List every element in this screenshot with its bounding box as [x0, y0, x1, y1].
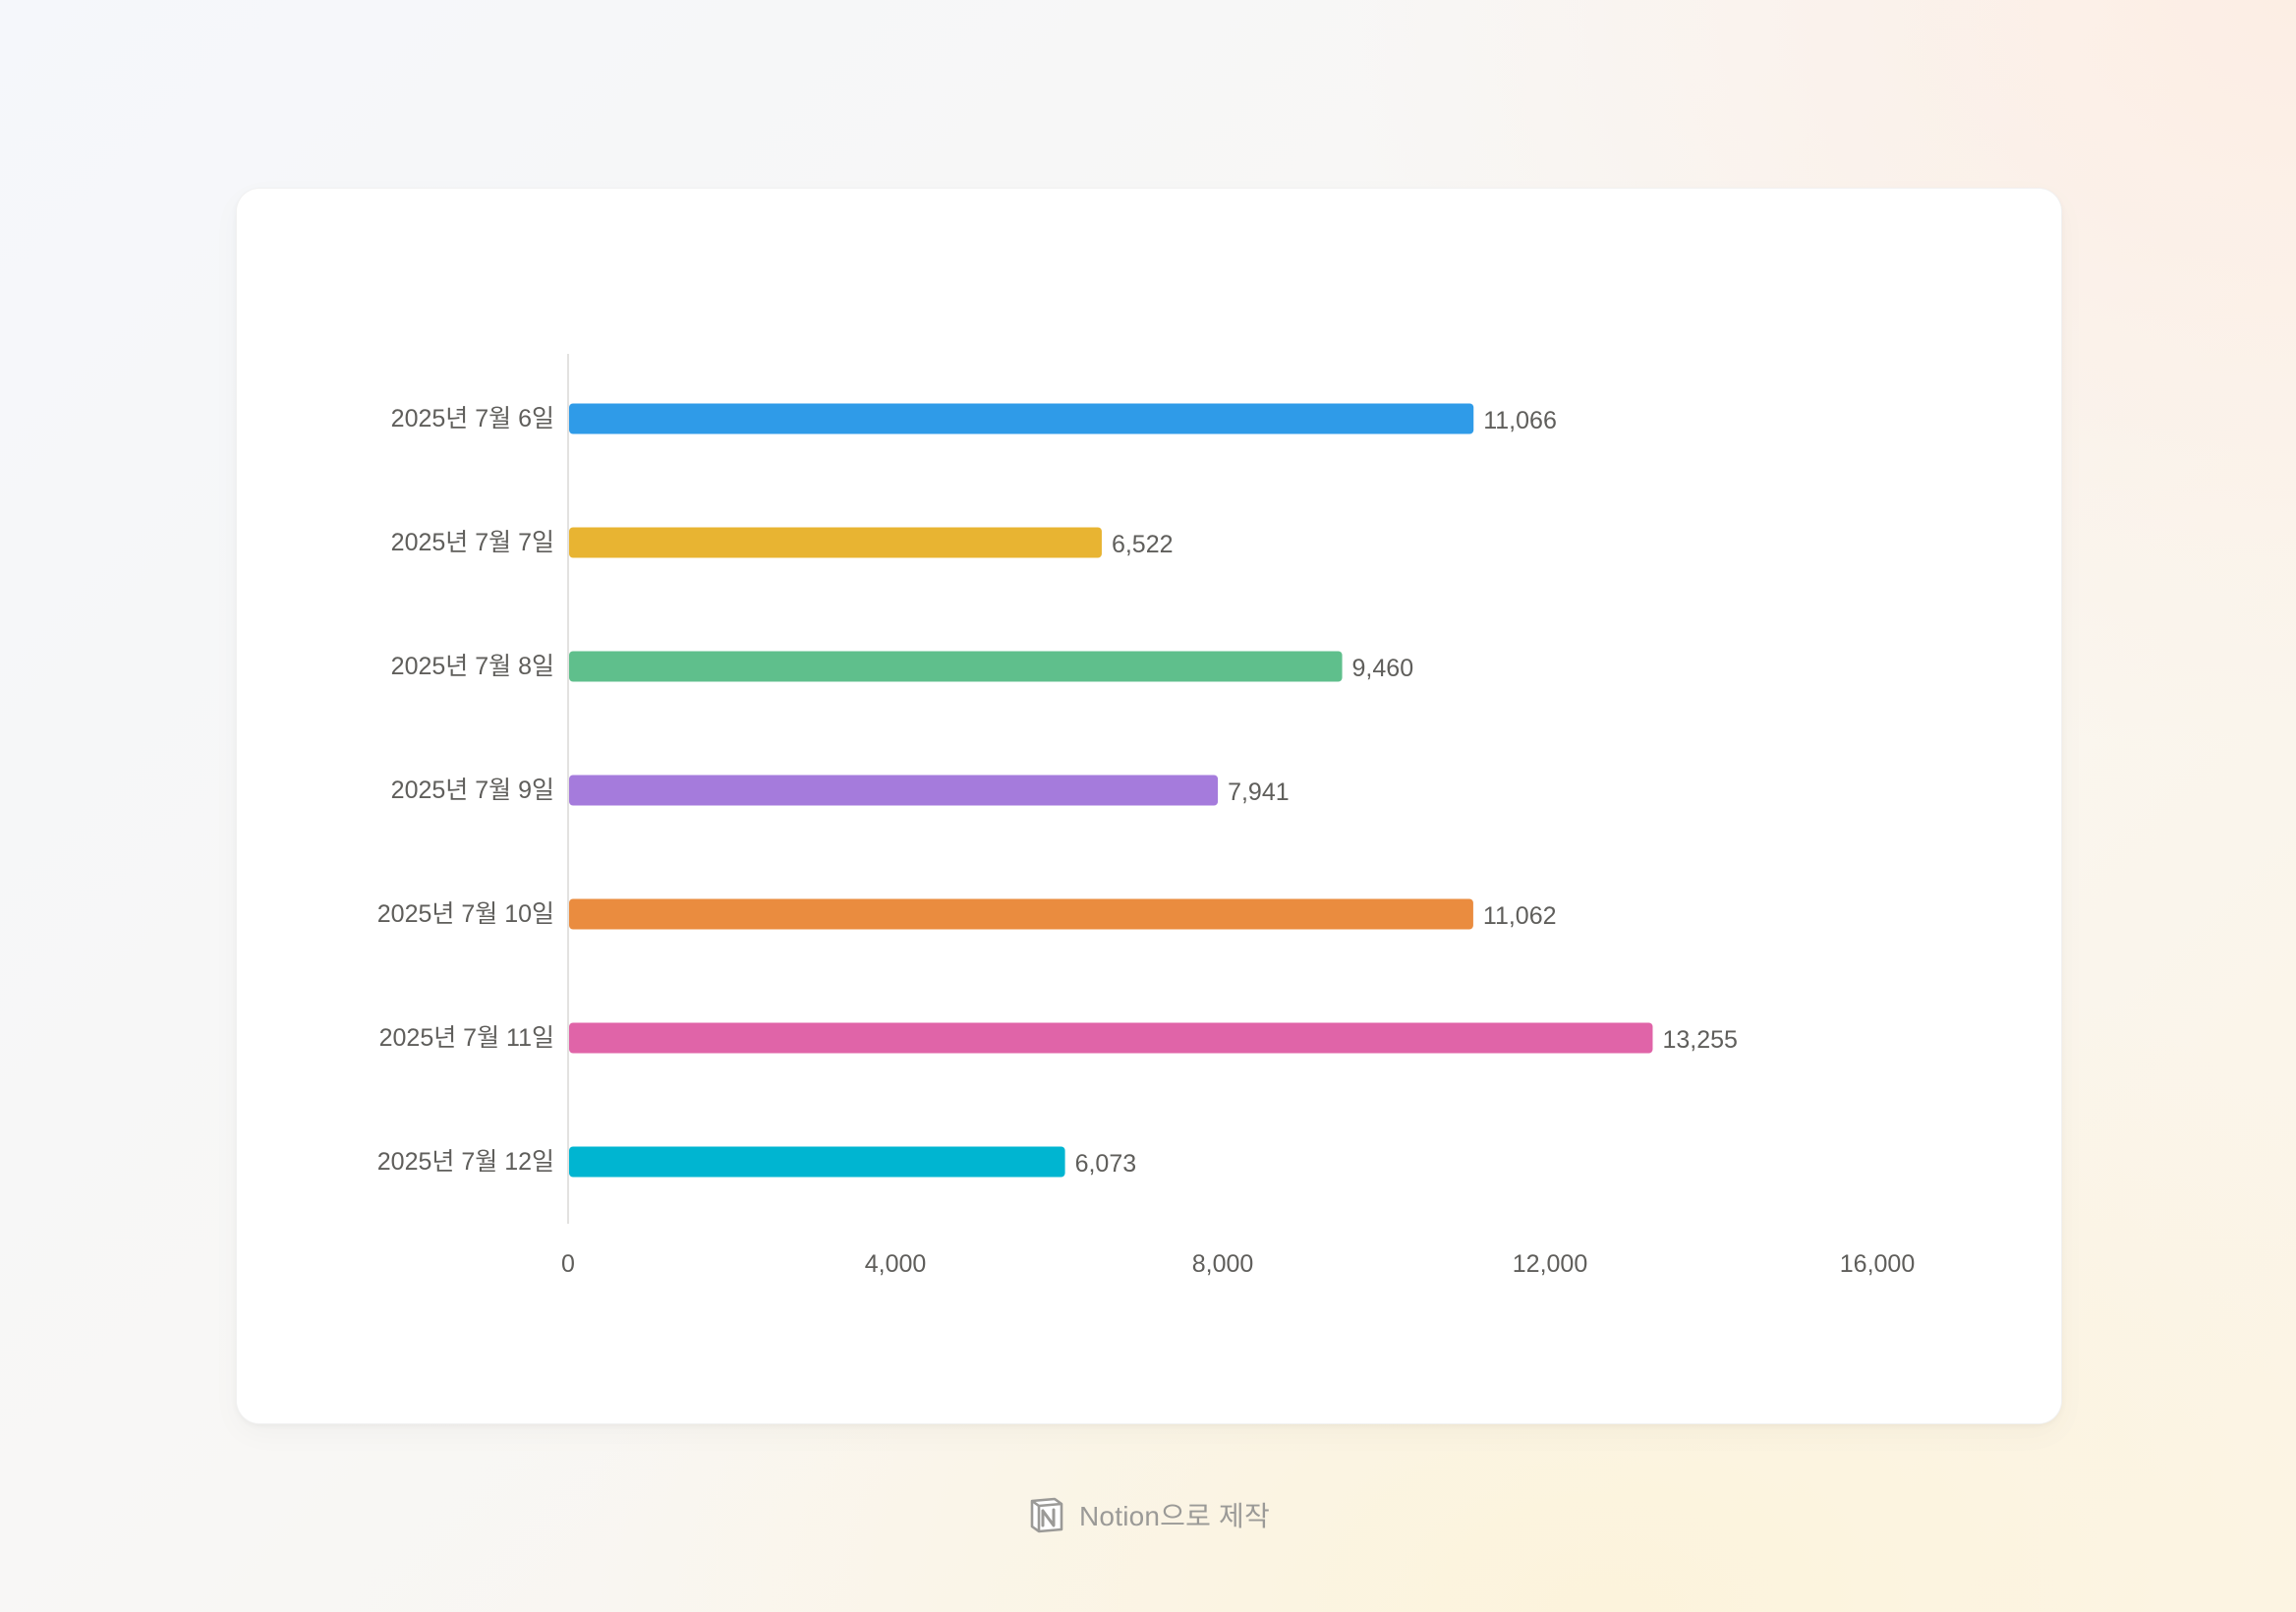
- bar: [569, 527, 1102, 558]
- value-label: 7,941: [1228, 778, 1290, 806]
- category-label: 2025년 7월 10일: [377, 900, 554, 928]
- category-label: 2025년 7월 8일: [391, 653, 554, 680]
- category-label: 2025년 7월 6일: [391, 405, 554, 432]
- value-label: 6,522: [1112, 531, 1174, 558]
- value-label: 6,073: [1075, 1150, 1137, 1178]
- x-tick-label: 16,000: [1840, 1250, 1915, 1278]
- value-label: 11,062: [1483, 902, 1557, 930]
- bar: [569, 403, 1474, 434]
- category-label: 2025년 7월 9일: [391, 777, 554, 804]
- chart-card: 2025년 7월 6일 11,066 2025년 7월 7일 6,522 2025년 7…: [236, 188, 2062, 1424]
- value-label: 9,460: [1352, 655, 1414, 682]
- footer-text[interactable]: Notion으로 제작: [1079, 1495, 1270, 1534]
- bar: [569, 651, 1343, 682]
- value-label: 11,066: [1483, 407, 1557, 434]
- bar-chart: 2025년 7월 6일 11,066 2025년 7월 7일 6,522 2025년 7…: [377, 354, 1915, 1278]
- x-tick-label: 8,000: [1192, 1250, 1254, 1278]
- bar: [569, 1022, 1653, 1054]
- category-label: 2025년 7월 7일: [391, 529, 554, 556]
- category-label: 2025년 7월 11일: [379, 1024, 554, 1052]
- made-with-notion[interactable]: Notion으로 제작: [0, 1490, 2296, 1539]
- bar: [569, 1146, 1065, 1178]
- x-tick-label: 0: [561, 1250, 575, 1278]
- notion-logo-icon: [1030, 1497, 1063, 1533]
- bar: [569, 775, 1219, 806]
- x-tick-label: 4,000: [865, 1250, 927, 1278]
- category-label: 2025년 7월 12일: [377, 1148, 554, 1176]
- x-tick-label: 12,000: [1513, 1250, 1587, 1278]
- value-label: 13,255: [1662, 1026, 1737, 1054]
- bar: [569, 898, 1473, 930]
